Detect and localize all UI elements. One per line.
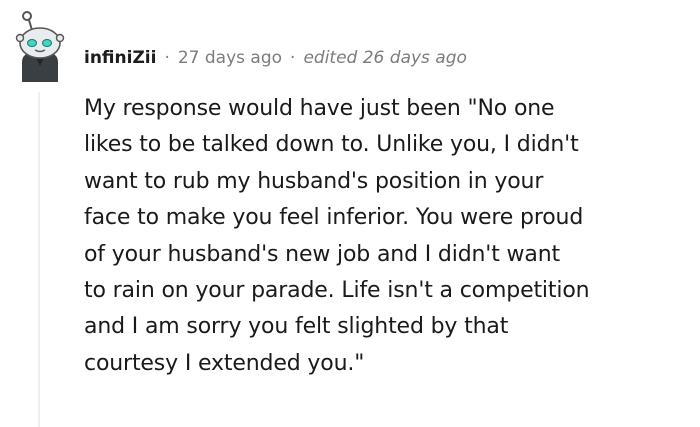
avatar[interactable] bbox=[8, 10, 70, 82]
thread-line[interactable] bbox=[38, 92, 40, 427]
separator-dot: · bbox=[164, 48, 170, 68]
comment-header: infiniZii · 27 days ago · edited 26 days… bbox=[84, 44, 467, 72]
comment-body-line: to rain on your parade. Life isn't a com… bbox=[84, 278, 590, 304]
comment-body-line: want to rub my husband's position in you… bbox=[84, 168, 544, 194]
comment-body-line: My response would have just been "No one bbox=[84, 96, 555, 121]
comment-body-line: of your husband's new job and I didn't w… bbox=[84, 241, 560, 267]
comment-body-line: likes to be talked down to. Unlike you, … bbox=[84, 132, 579, 158]
comment-body-line: courtesy I extended you." bbox=[84, 350, 365, 376]
separator-dot: · bbox=[290, 48, 296, 68]
edited-label: edited 26 days ago bbox=[303, 48, 467, 68]
comment-body: My response would have just been "No one… bbox=[84, 91, 694, 382]
comment-body-line: and I am sorry you felt slighted by that bbox=[84, 314, 509, 340]
comment: infiniZii · 27 days ago · edited 26 days… bbox=[0, 0, 700, 427]
snoo-avatar-icon bbox=[15, 11, 65, 82]
timestamp[interactable]: 27 days ago bbox=[178, 44, 282, 72]
username-link[interactable]: infiniZii bbox=[84, 44, 156, 72]
comment-body-line: face to make you feel inferior. You were… bbox=[84, 205, 584, 231]
